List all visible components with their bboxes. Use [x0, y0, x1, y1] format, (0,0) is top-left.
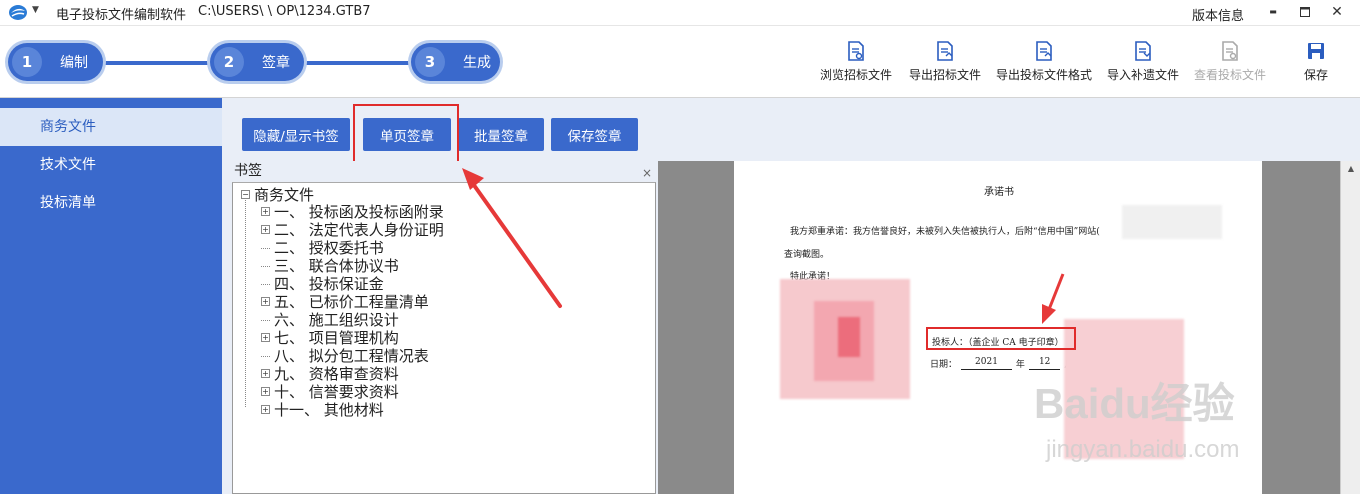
version-info-button[interactable]: 版本信息	[1192, 5, 1244, 24]
watermark-brand: Baidu经验	[1034, 380, 1235, 427]
expand-icon[interactable]: +	[261, 296, 270, 306]
doc-title: 承诺书	[984, 187, 1014, 198]
redacted-seal	[838, 317, 860, 357]
document-export-format-icon	[1036, 41, 1052, 61]
tree-item[interactable]: 三、 联合体协议书	[261, 256, 399, 275]
doc-date-label: 日期：	[930, 360, 958, 370]
tree-item[interactable]: 六、 施工组织设计	[261, 310, 399, 329]
view-bid-button[interactable]: 查看投标文件	[1194, 41, 1266, 83]
toolbar-label: 保存	[1304, 68, 1329, 82]
toolbar-label: 导出招标文件	[909, 68, 982, 82]
signature-highlight-box	[926, 327, 1076, 350]
step-number: 2	[214, 47, 244, 77]
expand-icon[interactable]: +	[261, 224, 270, 234]
highlight-box	[353, 104, 459, 168]
toggle-bookmark-button[interactable]: 隐藏/显示书签	[242, 118, 350, 151]
bookmark-header: 书签 ×	[232, 161, 656, 182]
step-bar: 1 编制 2 签章 3 生成 浏览招标文件 导出招标文件 导出投标文件格式 导入…	[0, 26, 1360, 98]
expand-icon[interactable]: +	[261, 386, 270, 396]
doc-month: 12	[1028, 357, 1061, 370]
tree-item[interactable]: 四、 投标保证金	[261, 274, 384, 293]
doc-year-unit: 年	[1015, 360, 1025, 370]
step-generate[interactable]: 3 生成	[411, 43, 500, 81]
step-connector	[104, 61, 212, 65]
tree-item[interactable]: + 九、 资格审查资料	[261, 364, 399, 383]
tree-item-label: 十一、 其他材料	[274, 400, 384, 419]
sidebar-item-technical[interactable]: 技术文件	[0, 146, 222, 184]
expand-icon[interactable]: +	[261, 368, 270, 378]
app-title: 电子投标文件编制软件	[56, 8, 187, 23]
bookmark-panel: 书签 × − 商务文件 + 一、 投标函及投标函附录 + 二、 法定代表人身份证明 …	[232, 161, 656, 494]
tree-leaf-line	[261, 355, 270, 357]
doc-year: 2021	[961, 357, 1012, 370]
toolbar-label: 导出投标文件格式	[996, 68, 1093, 82]
document-import-icon	[1135, 41, 1151, 61]
step-label: 生成	[463, 55, 491, 71]
sidebar: 商务文件 技术文件 投标清单	[0, 98, 222, 494]
sidebar-item-business[interactable]: 商务文件	[0, 108, 222, 146]
tree-item[interactable]: + 一、 投标函及投标函附录	[261, 202, 444, 221]
step-number: 3	[415, 47, 445, 77]
expand-icon[interactable]: +	[261, 404, 270, 414]
tree-leaf-line	[261, 283, 270, 285]
app-menu-caret-icon[interactable]: ▼	[32, 5, 39, 15]
export-tender-button[interactable]: 导出招标文件	[909, 41, 981, 83]
main-panel: 隐藏/显示书签 单页签章 批量签章 保存签章 书签 × − 商务文件 + 一、 投…	[222, 98, 1360, 494]
restore-icon	[1300, 7, 1310, 17]
scroll-up-icon[interactable]: ▲	[1341, 161, 1360, 177]
expand-icon[interactable]: +	[261, 206, 270, 216]
step-sign[interactable]: 2 签章	[210, 43, 304, 81]
expand-icon[interactable]: +	[261, 332, 270, 342]
tree-leaf-line	[261, 265, 270, 267]
step-edit[interactable]: 1 编制	[8, 43, 103, 81]
tree-guide-line	[245, 200, 246, 407]
save-icon	[1308, 43, 1324, 59]
tree-item[interactable]: 八、 拟分包工程情况表	[261, 346, 429, 365]
step-connector	[304, 61, 414, 65]
watermark-url: jingyan.baidu.com	[1046, 436, 1240, 463]
step-label: 编制	[60, 55, 88, 71]
save-button[interactable]: 保存	[1304, 41, 1328, 83]
browse-tender-button[interactable]: 浏览招标文件	[820, 41, 892, 83]
tree-item[interactable]: + 十一、 其他材料	[261, 400, 384, 419]
bookmark-close-icon[interactable]: ×	[642, 163, 652, 184]
tree-leaf-line	[261, 319, 270, 321]
document-viewer[interactable]: 承诺书 我方郑重承诺：我方信誉良好，未被列入失信被执行人，后附“信用中国”网站(…	[658, 161, 1360, 494]
step-number: 1	[12, 47, 42, 77]
sidebar-item-bid-list[interactable]: 投标清单	[0, 184, 222, 222]
save-sign-button[interactable]: 保存签章	[551, 118, 638, 151]
bookmark-title: 书签	[234, 163, 262, 179]
bookmark-tree: − 商务文件 + 一、 投标函及投标函附录 + 二、 法定代表人身份证明 二、 授权…	[232, 182, 656, 494]
step-label: 签章	[262, 55, 290, 71]
export-bid-format-button[interactable]: 导出投标文件格式	[996, 41, 1092, 83]
restore-button[interactable]	[1294, 2, 1316, 22]
toolbar-label: 查看投标文件	[1194, 68, 1267, 82]
tree-item[interactable]: + 七、 项目管理机构	[261, 328, 399, 347]
close-button[interactable]: ✕	[1326, 2, 1348, 22]
batch-sign-button[interactable]: 批量签章	[458, 118, 544, 151]
tree-item[interactable]: 二、 授权委托书	[261, 238, 384, 257]
document-view-icon	[848, 41, 864, 61]
document-export-icon	[937, 41, 953, 61]
title-bar: ▼ 电子投标文件编制软件 C:\USERS\ \ OP\1234.GTB7 版本…	[0, 0, 1360, 26]
tree-item[interactable]: + 五、 已标价工程量清单	[261, 292, 429, 311]
tree-item[interactable]: + 二、 法定代表人身份证明	[261, 220, 444, 239]
document-view-icon	[1222, 41, 1238, 61]
file-path: C:\USERS\ \ OP\1234.GTB7	[198, 4, 371, 19]
redacted-text	[1122, 205, 1222, 239]
minimize-button[interactable]: ▬	[1262, 2, 1284, 22]
doc-paragraph: 我方郑重承诺：我方信誉良好，未被列入失信被执行人，后附“信用中国”网站(	[790, 227, 1100, 237]
viewer-scrollbar[interactable]: ▲	[1340, 161, 1360, 494]
app-logo-icon[interactable]	[8, 4, 28, 21]
toolbar-label: 浏览招标文件	[820, 68, 893, 82]
tree-item[interactable]: + 十、 信誉要求资料	[261, 382, 399, 401]
toolbar-label: 导入补遗文件	[1107, 68, 1180, 82]
tree-leaf-line	[261, 247, 270, 249]
collapse-icon[interactable]: −	[241, 190, 250, 199]
doc-paragraph: 查询截图。	[784, 250, 830, 260]
import-addendum-button[interactable]: 导入补遗文件	[1107, 41, 1179, 83]
